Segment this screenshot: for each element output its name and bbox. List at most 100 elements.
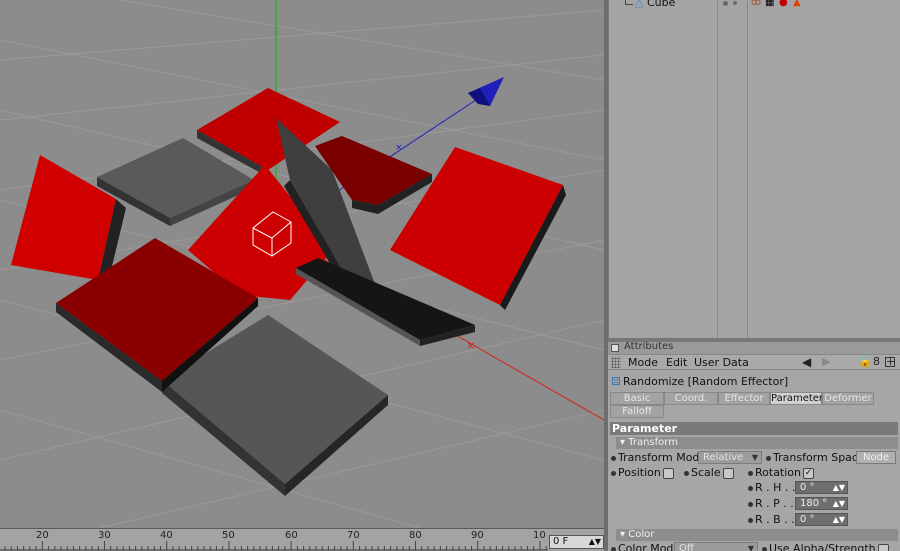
position-label: Position [618, 466, 661, 479]
rot-p-field[interactable]: 180 ° ▲▼ [795, 497, 848, 510]
menu-mode[interactable]: Mode [628, 356, 658, 369]
tab-effector[interactable]: Effector [718, 392, 770, 405]
transform-space-button[interactable]: Node [856, 451, 896, 464]
group-color[interactable]: ▾ Color [616, 529, 898, 541]
color-mode-dropdown[interactable]: Off ▼ [674, 542, 758, 551]
tab-parameter[interactable]: Parameter [770, 392, 823, 405]
animation-dot[interactable] [611, 546, 616, 551]
animation-dot[interactable] [748, 501, 753, 507]
timeline-tick: 50 [222, 530, 235, 541]
spinner-icon[interactable]: ▲▼ [833, 482, 845, 493]
color-mode-row: Color Mode [611, 542, 680, 551]
collapse-arrow-icon[interactable]: ▾ [620, 529, 625, 540]
group-transform-label: Transform [628, 437, 678, 448]
viewport-scene: × × [0, 0, 604, 528]
attributes-menubar: Mode Edit User Data ◀ ▶ 🔓 8 + [608, 354, 900, 370]
chevron-down-icon: ▼ [751, 453, 758, 462]
spinner-icon[interactable]: ▲▼ [833, 498, 845, 509]
timeline-tick: 20 [36, 530, 49, 541]
animation-dot[interactable] [748, 517, 753, 523]
link-icon[interactable]: 8 [873, 355, 880, 368]
animation-dot[interactable] [611, 470, 616, 476]
transform-mode-label: Transform Mode [618, 451, 707, 464]
transform-mode-dropdown[interactable]: Relative ▼ [698, 451, 762, 464]
rot-b-value: 0 ° [800, 514, 815, 525]
section-header: Parameter [610, 422, 898, 435]
attributes-header: Attributes [608, 341, 900, 354]
animation-dot[interactable] [748, 470, 753, 476]
timeline-tick: 40 [160, 530, 173, 541]
timeline-ruler [0, 541, 548, 551]
cube-icon: △ [635, 0, 644, 9]
tab-basic[interactable]: Basic [610, 392, 664, 405]
rotation-row: Rotation ✓ [748, 466, 815, 479]
object-row-cube[interactable]: △ Cube ꝏ ▦ ● ▲ [609, 0, 900, 10]
rot-p-row: R . P . . . [748, 497, 801, 510]
scale-row: Scale [684, 466, 734, 479]
attribute-tabs: Basic Coord. Effector Parameter Deformer… [608, 392, 900, 420]
editor-visibility-dot[interactable] [723, 1, 728, 6]
tree-line [625, 0, 633, 5]
animation-dot[interactable] [748, 485, 753, 491]
timeline-tick: 30 [98, 530, 111, 541]
animation-dot[interactable] [766, 455, 771, 461]
tab-deformer[interactable]: Deformer [822, 392, 874, 405]
animation-dot[interactable] [684, 470, 689, 476]
texture-tag-icon[interactable]: ▦ [765, 0, 774, 8]
position-checkbox[interactable] [662, 467, 674, 479]
spinner-icon[interactable]: ▲▼ [833, 514, 845, 525]
timeline-tick: 80 [409, 530, 422, 541]
transform-space-label: Transform Space [773, 451, 865, 464]
new-window-icon[interactable]: + [885, 356, 895, 367]
collapse-arrow-icon[interactable]: ▾ [620, 437, 625, 448]
panel-checkbox[interactable] [611, 344, 619, 352]
object-manager[interactable]: △ Cube ꝏ ▦ ● ▲ [608, 0, 900, 338]
menu-edit[interactable]: Edit [666, 356, 687, 369]
use-alpha-checkbox[interactable] [877, 543, 889, 551]
material-icon[interactable]: ● [779, 0, 788, 8]
animation-dot[interactable] [762, 546, 767, 551]
spinner-icon[interactable]: ▲▼ [589, 536, 601, 548]
arrow-right-icon[interactable]: ▶ [822, 355, 830, 368]
lock-icon[interactable]: 🔓 [858, 355, 872, 368]
scale-label: Scale [691, 466, 721, 479]
transform-mode-value: Relative [703, 452, 744, 463]
transform-space-row: Transform Space [766, 451, 865, 464]
column-separator[interactable] [717, 0, 718, 338]
object-title-text: Randomize [Random Effector] [623, 375, 789, 388]
arrow-left-icon[interactable]: ◀ [802, 355, 811, 369]
scale-checkbox[interactable] [722, 467, 734, 479]
current-frame-field[interactable]: 0 F ▲▼ [549, 535, 604, 549]
position-row: Position [611, 466, 674, 479]
menu-user-data[interactable]: User Data [694, 356, 749, 369]
tab-coord[interactable]: Coord. [664, 392, 718, 405]
group-transform[interactable]: ▾ Transform [616, 437, 898, 449]
chevron-down-icon: ▼ [747, 544, 754, 551]
rotation-checkbox[interactable]: ✓ [803, 467, 815, 479]
current-frame-value: 0 F [553, 536, 569, 547]
animation-dot[interactable] [611, 455, 616, 461]
attributes-manager[interactable]: Attributes Mode Edit User Data ◀ ▶ 🔓 8 +… [608, 341, 900, 551]
rot-b-row: R . B . . . [748, 513, 802, 526]
z-axis-marker: × [395, 143, 403, 153]
object-title: ⚄ Randomize [Random Effector] [608, 374, 900, 389]
x-axis-marker: × [466, 339, 475, 352]
timeline[interactable]: 20 30 40 50 60 70 80 90 10 0 F ▲▼ [0, 528, 604, 551]
phong-tag-icon[interactable]: ꝏ [751, 0, 761, 8]
tab-falloff[interactable]: Falloff [610, 405, 664, 418]
effector-tag-icon[interactable]: ▲ [793, 0, 801, 8]
object-name[interactable]: Cube [647, 0, 675, 9]
color-mode-value: Off [679, 543, 694, 551]
rot-b-field[interactable]: 0 ° ▲▼ [795, 513, 848, 526]
grip-icon[interactable] [611, 357, 621, 368]
column-separator[interactable] [747, 0, 748, 338]
color-mode-label: Color Mode [618, 542, 681, 551]
render-visibility-dot[interactable] [733, 1, 737, 5]
rot-p-label: R . P . . . [755, 497, 801, 510]
rot-h-field[interactable]: 0 ° ▲▼ [795, 481, 848, 494]
use-alpha-row: Use Alpha/Strength [762, 542, 889, 551]
timeline-tick: 90 [471, 530, 484, 541]
3d-viewport[interactable]: × × [0, 0, 604, 528]
transform-mode-row: Transform Mode [611, 451, 706, 464]
rotation-label: Rotation [755, 466, 802, 479]
